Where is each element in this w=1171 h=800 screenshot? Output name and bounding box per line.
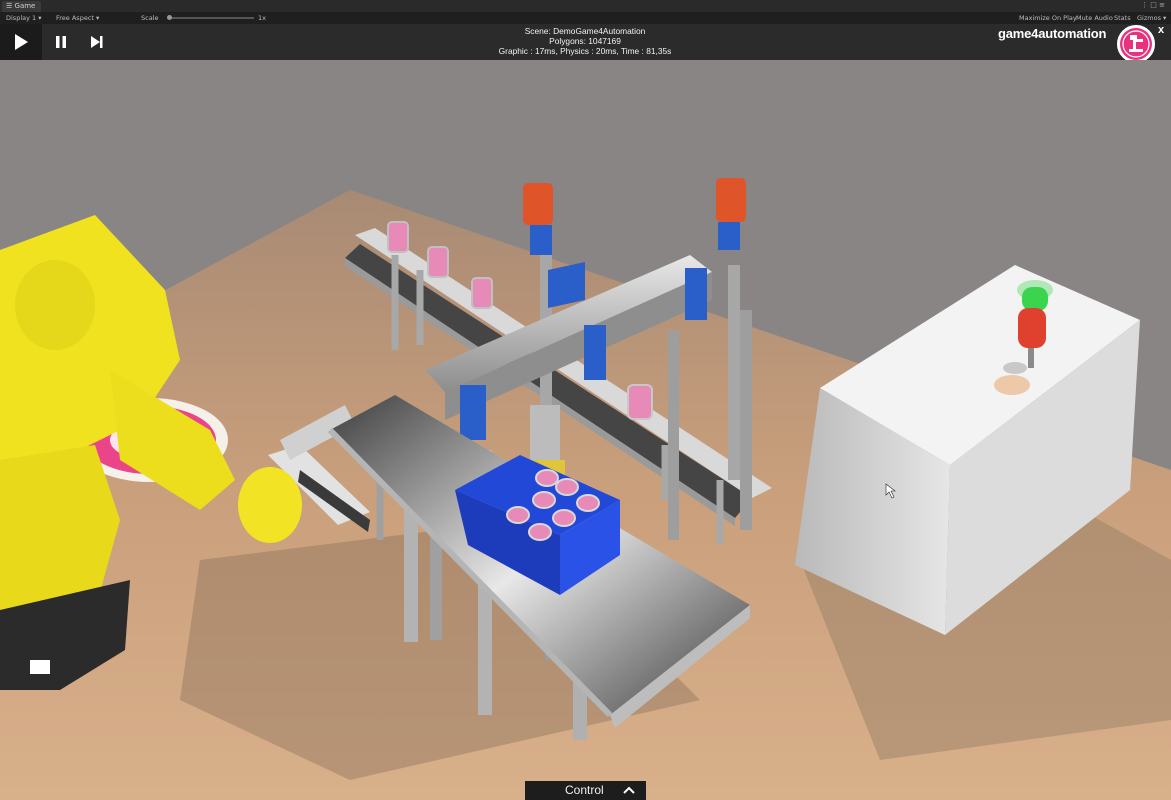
play-icon <box>15 34 28 50</box>
tab-menu-icon[interactable]: ⋮ □ ≡ <box>1141 0 1165 10</box>
tab-game-label: Game <box>14 2 36 10</box>
gizmos-toggle[interactable]: Gizmos ▾ <box>1137 12 1166 24</box>
mute-audio-toggle[interactable]: Mute Audio <box>1076 12 1113 24</box>
play-button[interactable] <box>0 24 42 60</box>
scale-slider[interactable] <box>170 17 254 19</box>
tab-game[interactable]: ☰ Game <box>2 1 42 12</box>
step-icon <box>91 36 103 48</box>
control-panel-toggle[interactable]: Control <box>525 781 646 800</box>
scale-label: Scale <box>141 14 159 22</box>
polygon-count: Polygons: 1047169 <box>549 36 621 46</box>
timing-stats: Graphic : 17ms, Physics : 20ms, Time : 8… <box>498 46 672 56</box>
game4automation-logo <box>1117 25 1155 63</box>
step-button[interactable] <box>76 24 118 60</box>
chevron-up-icon <box>623 786 635 794</box>
scale-slider-handle[interactable] <box>167 15 172 20</box>
game-viewport[interactable] <box>0 60 1171 800</box>
scale-value: 1x <box>258 14 266 22</box>
aspect-select[interactable]: Free Aspect ▾ <box>56 12 99 24</box>
game-hud: Scene: DemoGame4Automation Polygons: 104… <box>0 24 1171 60</box>
scene-stats: Scene: DemoGame4Automation Polygons: 104… <box>460 26 710 56</box>
stats-toggle[interactable]: Stats <box>1114 12 1131 24</box>
maximize-on-play-toggle[interactable]: Maximize On Play <box>1019 12 1077 24</box>
editor-tab-bar: ☰ Game ⋮ □ ≡ <box>0 0 1171 12</box>
editor-toolbar: Display 1 ▾ Free Aspect ▾ Scale 1x Maxim… <box>0 12 1171 24</box>
game-tab-icon: ☰ <box>6 2 15 10</box>
brand-name: game4automation <box>998 26 1107 41</box>
pause-icon <box>56 36 66 48</box>
scene-name: Scene: DemoGame4Automation <box>524 26 646 36</box>
close-icon[interactable]: x <box>1158 24 1164 36</box>
control-label: Control <box>565 783 604 797</box>
display-select[interactable]: Display 1 ▾ <box>6 12 42 24</box>
